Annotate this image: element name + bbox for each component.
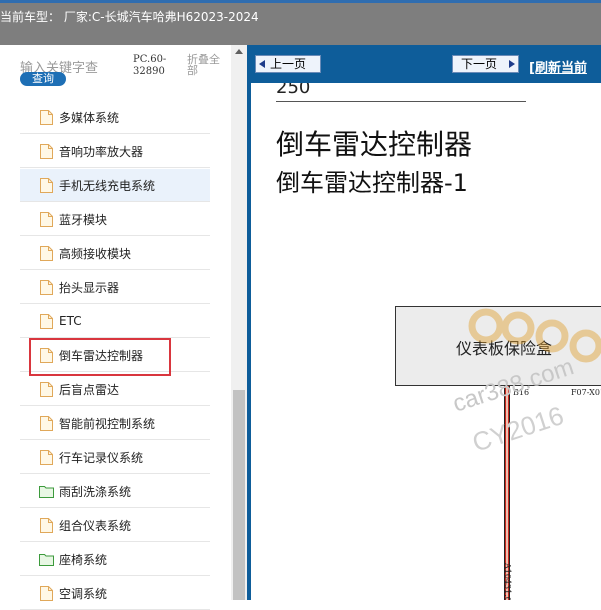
arrow-right-icon bbox=[509, 60, 515, 68]
tree-item[interactable]: 行车记录仪系统 bbox=[20, 441, 210, 474]
folder-icon bbox=[39, 485, 54, 498]
fuse-box-label: 仪表板保险盒 bbox=[456, 339, 553, 358]
collapse-all-link[interactable]: 折叠全部 bbox=[187, 54, 229, 76]
tree-item-label: 行车记录仪系统 bbox=[59, 450, 144, 465]
document-panel: 上一页 下一页 [刷新当前 250 倒车雷达控制器 倒车雷达控制器-1 仪表板保… bbox=[247, 45, 601, 600]
document-title: 倒车雷达控制器 bbox=[276, 128, 473, 161]
document-icon bbox=[40, 381, 53, 397]
tree-item-label: 组合仪表系统 bbox=[59, 518, 132, 533]
header-divider bbox=[276, 101, 526, 102]
document-icon bbox=[40, 585, 53, 601]
tree-item-label: 后盲点雷达 bbox=[59, 382, 120, 397]
wire-label: A10431.0 bbox=[503, 563, 512, 600]
tree-item[interactable]: 后盲点雷达 bbox=[20, 373, 210, 406]
tree-item[interactable]: 音响功率放大器 bbox=[20, 135, 210, 168]
document-icon bbox=[40, 211, 53, 227]
scroll-up-arrow-icon[interactable] bbox=[235, 49, 243, 54]
tree-item[interactable]: 智能前视控制系统 bbox=[20, 407, 210, 440]
page-navigation-bar: 上一页 下一页 [刷新当前 bbox=[251, 45, 601, 83]
tree-item-label: 座椅系统 bbox=[59, 552, 108, 567]
wiring-document: 250 倒车雷达控制器 倒车雷达控制器-1 仪表板保险盒 B16 F07-X01… bbox=[251, 83, 601, 600]
tree-item[interactable]: 雨刮洗涤系统 bbox=[20, 475, 210, 508]
tree-item-label: 蓝牙模块 bbox=[59, 212, 108, 227]
tree-item-label: 空调系统 bbox=[59, 586, 108, 601]
search-area: 输入关键字查 查询 PC.60-32890 折叠全部 bbox=[0, 45, 230, 91]
tree-item-label: 雨刮洗涤系统 bbox=[59, 484, 132, 499]
tree-item[interactable]: 空调系统 bbox=[20, 577, 210, 610]
tree-item-label: 智能前视控制系统 bbox=[59, 416, 156, 431]
document-icon bbox=[40, 109, 53, 125]
tree-item[interactable]: 手机无线充电系统 bbox=[20, 169, 210, 202]
tree-item-label: 高频接收模块 bbox=[59, 246, 132, 261]
refresh-current-link[interactable]: [刷新当前 bbox=[529, 57, 587, 76]
query-button[interactable]: 查询 bbox=[20, 72, 66, 86]
folder-icon bbox=[39, 553, 54, 566]
tree-item[interactable]: 座椅系统 bbox=[20, 543, 210, 576]
pin-label-right: F07-X01 bbox=[571, 388, 601, 397]
document-icon bbox=[40, 245, 53, 261]
document-subtitle: 倒车雷达控制器-1 bbox=[276, 169, 468, 197]
next-page-button[interactable]: 下一页 bbox=[452, 55, 519, 73]
sidebar: 输入关键字查 查询 PC.60-32890 折叠全部 多媒体系统 音响功率放大器… bbox=[0, 45, 247, 610]
arrow-left-icon bbox=[259, 60, 265, 68]
fuse-box: 仪表板保险盒 bbox=[395, 306, 601, 386]
prev-page-label: 上一页 bbox=[270, 57, 307, 71]
tree-item-label: 抬头显示器 bbox=[59, 280, 120, 295]
tree-item[interactable]: 多媒体系统 bbox=[20, 101, 210, 134]
document-icon bbox=[40, 279, 53, 295]
next-page-label: 下一页 bbox=[461, 57, 498, 71]
pc-code-label: PC.60-32890 bbox=[133, 54, 167, 77]
tree-item[interactable]: ETC bbox=[20, 305, 210, 338]
prev-page-button[interactable]: 上一页 bbox=[255, 55, 321, 73]
tree-item[interactable]: 高频接收模块 bbox=[20, 237, 210, 270]
tree-item[interactable]: 组合仪表系统 bbox=[20, 509, 210, 542]
page-number: 250 bbox=[276, 83, 311, 98]
tree-item-label: 手机无线充电系统 bbox=[59, 178, 156, 193]
pin-label-left: B16 bbox=[513, 388, 530, 397]
document-icon bbox=[40, 449, 53, 465]
document-icon bbox=[40, 415, 53, 431]
document-icon bbox=[40, 517, 53, 533]
tree-item-label: 多媒体系统 bbox=[59, 110, 120, 125]
tree-item-label: 音响功率放大器 bbox=[59, 144, 144, 159]
document-icon bbox=[40, 177, 53, 193]
scrollbar-thumb[interactable] bbox=[233, 390, 245, 600]
title-bar: 当前车型： 厂家:C-长城汽车哈弗H62023-2024 bbox=[0, 0, 601, 45]
document-icon bbox=[40, 143, 53, 159]
sidebar-scrollbar[interactable] bbox=[231, 45, 247, 600]
selected-item-highlight bbox=[29, 338, 171, 376]
tree-item[interactable]: 抬头显示器 bbox=[20, 271, 210, 304]
tree-item[interactable]: 蓝牙模块 bbox=[20, 203, 210, 236]
current-model-label: 当前车型： 厂家:C-长城汽车哈弗H62023-2024 bbox=[0, 10, 259, 24]
tree-item-label: ETC bbox=[59, 314, 82, 328]
document-icon bbox=[40, 313, 53, 329]
